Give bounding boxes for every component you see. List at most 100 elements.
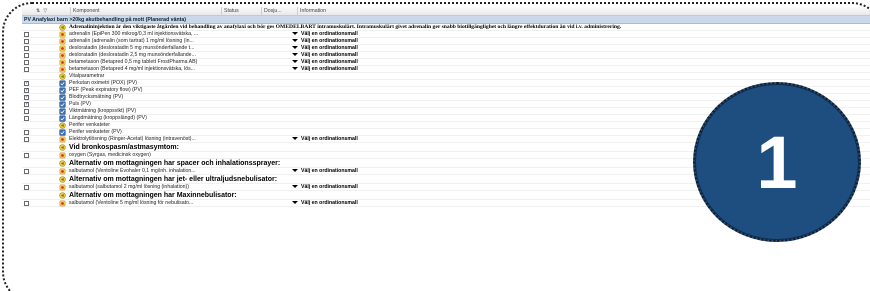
task-icon bbox=[59, 80, 66, 87]
chevron-down-icon[interactable] bbox=[292, 53, 298, 57]
slide-frame: ⇅ ▽ Komponent Status Dosju... Informatio… bbox=[2, 2, 870, 291]
chevron-down-icon[interactable] bbox=[292, 185, 298, 189]
medication-icon bbox=[59, 136, 66, 143]
chevron-down-icon[interactable] bbox=[292, 46, 298, 50]
order-group-title[interactable]: PV Anafylaxi barn >20kg akutbehandling p… bbox=[22, 16, 870, 24]
info-icon bbox=[59, 24, 66, 31]
row-checkbox[interactable] bbox=[24, 116, 29, 121]
medication-icon bbox=[59, 184, 66, 191]
row-checkbox[interactable] bbox=[24, 87, 29, 94]
row-label: salbutamol (Ventoline 5 mg/ml lösning fö… bbox=[69, 200, 194, 206]
row-checkbox[interactable] bbox=[24, 137, 29, 142]
row-label: Alternativ om mottagningen har spacer oc… bbox=[69, 160, 281, 167]
task-icon bbox=[59, 94, 66, 101]
ordination-template-dropdown[interactable]: Välj en ordinationsmall bbox=[292, 59, 358, 66]
order-row[interactable]: adrenalin (adrenalin (som tartrat) 1 mg/… bbox=[22, 38, 870, 45]
task-icon bbox=[59, 129, 66, 136]
row-label: Alternativ om mottagningen har jet- elle… bbox=[69, 176, 278, 183]
dropdown-label: Välj en ordinationsmall bbox=[301, 66, 358, 72]
order-row[interactable]: Vitalparametrar bbox=[22, 73, 870, 80]
column-header-status[interactable]: Status bbox=[222, 6, 262, 16]
order-row[interactable]: adrenalin (EpiPen 300 mikrog/0,3 ml inje… bbox=[22, 31, 870, 38]
column-header-information[interactable]: Information bbox=[298, 7, 870, 16]
row-label: adrenalin (EpiPen 300 mikrog/0,3 ml inje… bbox=[69, 31, 199, 37]
medication-icon bbox=[59, 59, 66, 66]
row-label: Elektrolytlösning (Ringer-Acetat) lösnin… bbox=[69, 136, 196, 142]
dropdown-label: Välj en ordinationsmall bbox=[301, 45, 358, 51]
medication-icon bbox=[59, 200, 66, 207]
row-checkbox[interactable] bbox=[24, 130, 29, 135]
row-checkbox[interactable] bbox=[24, 153, 29, 158]
info-icon bbox=[59, 176, 66, 183]
row-checkbox[interactable] bbox=[24, 201, 29, 206]
task-icon bbox=[59, 101, 66, 108]
ordination-template-dropdown[interactable]: Välj en ordinationsmall bbox=[292, 31, 358, 38]
dropdown-label: Välj en ordinationsmall bbox=[301, 136, 358, 142]
ordination-template-dropdown[interactable]: Välj en ordinationsmall bbox=[292, 52, 358, 59]
dropdown-label: Välj en ordinationsmall bbox=[301, 184, 358, 190]
row-checkbox[interactable] bbox=[24, 53, 29, 58]
chevron-down-icon[interactable] bbox=[292, 67, 298, 71]
medication-icon bbox=[59, 168, 66, 175]
order-row[interactable]: Perkutan oximetri (POX) (PV) bbox=[22, 80, 870, 87]
row-label: desloratadin (desloratadin 5 mg munsönde… bbox=[69, 45, 195, 51]
ordination-template-dropdown[interactable]: Välj en ordinationsmall bbox=[292, 45, 358, 52]
task-icon bbox=[59, 108, 66, 115]
row-checkbox[interactable] bbox=[24, 39, 29, 44]
row-label: Vitalparametrar bbox=[69, 73, 105, 79]
ordination-template-dropdown[interactable]: Välj en ordinationsmall bbox=[292, 66, 358, 73]
ordination-template-dropdown[interactable]: Välj en ordinationsmall bbox=[292, 136, 358, 143]
row-checkbox[interactable] bbox=[24, 101, 29, 108]
row-checkbox[interactable] bbox=[24, 60, 29, 65]
row-checkbox[interactable] bbox=[24, 67, 29, 72]
row-checkbox[interactable] bbox=[24, 185, 29, 190]
row-checkbox[interactable] bbox=[24, 32, 29, 37]
filter-icon[interactable]: ▽ bbox=[43, 7, 47, 16]
dropdown-label: Välj en ordinationsmall bbox=[301, 168, 358, 174]
row-checkbox[interactable] bbox=[24, 80, 29, 87]
order-row[interactable]: desloratadin (desloratadin 5 mg munsönde… bbox=[22, 45, 870, 52]
header-icon-cell: ⇅ ▽ bbox=[22, 6, 71, 16]
chevron-down-icon[interactable] bbox=[292, 201, 298, 205]
sort-icon[interactable]: ⇅ bbox=[36, 7, 40, 16]
info-icon bbox=[59, 192, 66, 199]
ordination-template-dropdown[interactable]: Välj en ordinationsmall bbox=[292, 200, 358, 207]
row-checkbox[interactable] bbox=[24, 94, 29, 101]
row-label: desloratadin (desloratadin 2,5 mg munsön… bbox=[69, 52, 196, 58]
step-number-badge: 1 bbox=[693, 82, 861, 242]
row-label: Längdmätning (kroppslängd) (PV) bbox=[69, 115, 147, 121]
chevron-down-icon[interactable] bbox=[292, 32, 298, 36]
row-label: Puls (PV) bbox=[69, 101, 91, 107]
chevron-down-icon[interactable] bbox=[292, 39, 298, 43]
chevron-down-icon[interactable] bbox=[292, 60, 298, 64]
ordination-template-dropdown[interactable]: Välj en ordinationsmall bbox=[292, 168, 358, 175]
medication-icon bbox=[59, 38, 66, 45]
row-label: Perifer venkateter bbox=[69, 122, 110, 128]
order-row[interactable]: desloratadin (desloratadin 2,5 mg munsön… bbox=[22, 52, 870, 59]
column-header-dosering[interactable]: Dosju... bbox=[262, 6, 298, 16]
info-icon bbox=[59, 160, 66, 167]
info-icon bbox=[59, 122, 66, 129]
order-row[interactable]: betametason (Betapred 0,5 mg tablett Fro… bbox=[22, 59, 870, 66]
step-number: 1 bbox=[756, 120, 798, 204]
chevron-down-icon[interactable] bbox=[292, 169, 298, 173]
row-checkbox[interactable] bbox=[24, 109, 29, 114]
dropdown-label: Välj en ordinationsmall bbox=[301, 31, 358, 37]
order-row[interactable]: betametason (Betapred 4 mg/ml injektions… bbox=[22, 66, 870, 73]
row-label: betametason (Betapred 4 mg/ml injektions… bbox=[69, 66, 196, 72]
dropdown-label: Välj en ordinationsmall bbox=[301, 38, 358, 44]
row-label: Perkutan oximetri (POX) (PV) bbox=[69, 80, 138, 86]
order-row[interactable]: Adrenalininjektion är den viktigaste åtg… bbox=[22, 24, 870, 31]
ordination-template-dropdown[interactable]: Välj en ordinationsmall bbox=[292, 38, 358, 45]
row-label: salbutamol (Ventoline Evohaler 0,1 mg/in… bbox=[69, 168, 196, 174]
row-label: salbutamol (salbutamol 2 mg/ml lösning (… bbox=[69, 184, 189, 190]
medication-icon bbox=[59, 52, 66, 59]
row-checkbox[interactable] bbox=[24, 169, 29, 174]
dropdown-label: Välj en ordinationsmall bbox=[301, 200, 358, 206]
ordination-template-dropdown[interactable]: Välj en ordinationsmall bbox=[292, 184, 358, 191]
chevron-down-icon[interactable] bbox=[292, 137, 298, 141]
row-checkbox[interactable] bbox=[24, 46, 29, 51]
task-icon bbox=[59, 115, 66, 122]
row-label: adrenalin (adrenalin (som tartrat) 1 mg/… bbox=[69, 38, 194, 44]
column-header-komponent[interactable]: Komponent bbox=[71, 6, 222, 16]
